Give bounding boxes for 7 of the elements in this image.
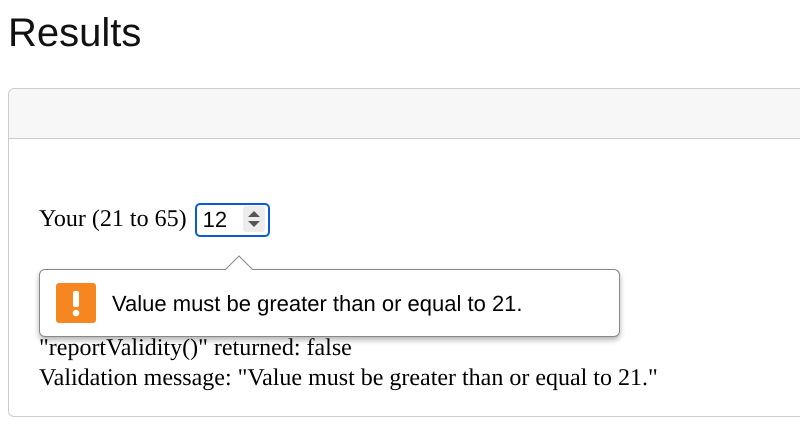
field-label: Your (21 to 65) <box>39 205 187 234</box>
output-line: Validation message: "Value must be greater than or equal to 21." <box>39 364 658 393</box>
spinner-icon[interactable] <box>242 206 265 232</box>
output-line: "reportValidity()" returned: false <box>39 334 352 363</box>
tooltip-message: Value must be greater than or equal to 21. <box>112 290 523 318</box>
warning-icon <box>56 283 96 323</box>
page-title: Results <box>8 10 142 57</box>
